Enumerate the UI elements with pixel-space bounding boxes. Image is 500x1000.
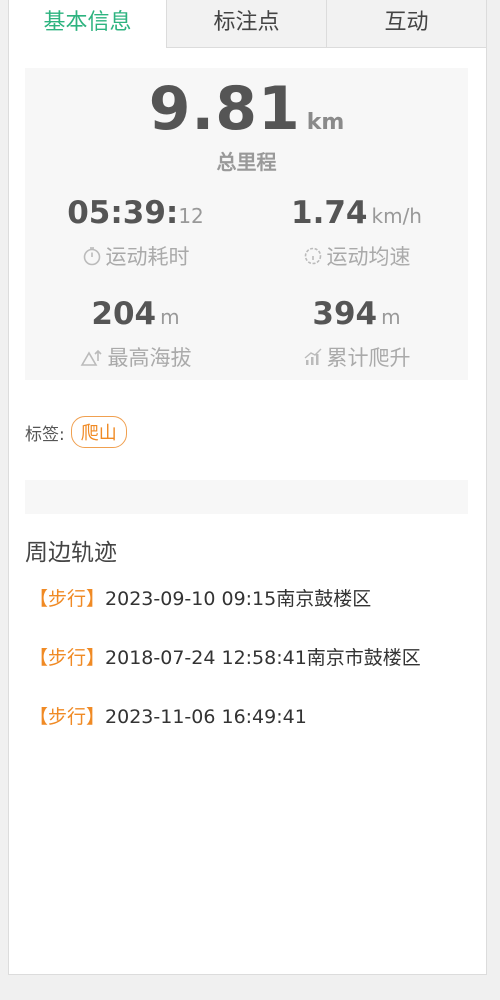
speed-stat: 1.74 km/h 运动均速 <box>246 195 467 271</box>
duration-seconds: 12 <box>178 204 204 228</box>
speed-unit: km/h <box>371 204 422 228</box>
nearby-track-item[interactable]: 【步行】2023-09-10 09:15南京鼓楼区 <box>29 584 371 611</box>
tab-markers[interactable]: 标注点 <box>166 0 326 48</box>
nearby-tracks-title: 周边轨迹 <box>25 540 117 566</box>
nearby-track-item[interactable]: 【步行】2023-11-06 16:49:41 <box>29 702 307 729</box>
speed-value: 1.74 <box>291 195 368 231</box>
track-info: 2023-09-10 09:15南京鼓楼区 <box>105 588 372 610</box>
track-info: 2023-11-06 16:49:41 <box>105 706 307 728</box>
altitude-label: 最高海拔 <box>107 346 192 370</box>
mountain-peak-icon <box>80 349 102 366</box>
divider-bar <box>25 480 468 514</box>
track-detail-panel: 基本信息 标注点 互动 9.81 km 总里程 05:39:12 运动耗时 1.7… <box>8 0 487 975</box>
tab-bar: 基本信息 标注点 互动 <box>9 0 486 48</box>
tab-interaction[interactable]: 互动 <box>326 0 486 48</box>
speed-label: 运动均速 <box>326 245 411 269</box>
duration-value: 05:39: <box>67 195 179 231</box>
distance-label: 总里程 <box>216 150 277 174</box>
stats-card: 9.81 km 总里程 05:39:12 运动耗时 1.74 km/h 运动均速 2… <box>25 68 468 380</box>
track-type: 【步行】 <box>29 706 106 728</box>
tags-label: 标签: <box>25 424 65 445</box>
speedometer-icon <box>304 247 321 265</box>
track-info: 2018-07-24 12:58:41南京市鼓楼区 <box>105 647 421 669</box>
tab-basic-info[interactable]: 基本信息 <box>9 0 166 48</box>
climb-stat: 394 m 累计爬升 <box>246 296 467 372</box>
track-type: 【步行】 <box>29 588 106 610</box>
duration-label: 运动耗时 <box>105 245 190 269</box>
tag-chip[interactable]: 爬山 <box>70 416 127 448</box>
duration-stat: 05:39:12 运动耗时 <box>25 195 246 271</box>
distance-unit: km <box>306 110 345 135</box>
distance-value: 9.81 <box>148 74 301 144</box>
stopwatch-icon <box>83 247 100 266</box>
nearby-track-item[interactable]: 【步行】2018-07-24 12:58:41南京市鼓楼区 <box>29 643 421 670</box>
climb-chart-icon <box>304 348 321 365</box>
climb-value: 394 <box>312 296 378 332</box>
altitude-unit: m <box>160 305 180 329</box>
altitude-value: 204 <box>91 296 157 332</box>
tags-row: 标签: 爬山 <box>25 416 127 448</box>
climb-label: 累计爬升 <box>326 346 411 370</box>
track-type: 【步行】 <box>29 647 106 669</box>
altitude-stat: 204 m 最高海拔 <box>25 296 246 372</box>
total-distance: 9.81 km <box>25 74 468 144</box>
climb-unit: m <box>381 305 401 329</box>
